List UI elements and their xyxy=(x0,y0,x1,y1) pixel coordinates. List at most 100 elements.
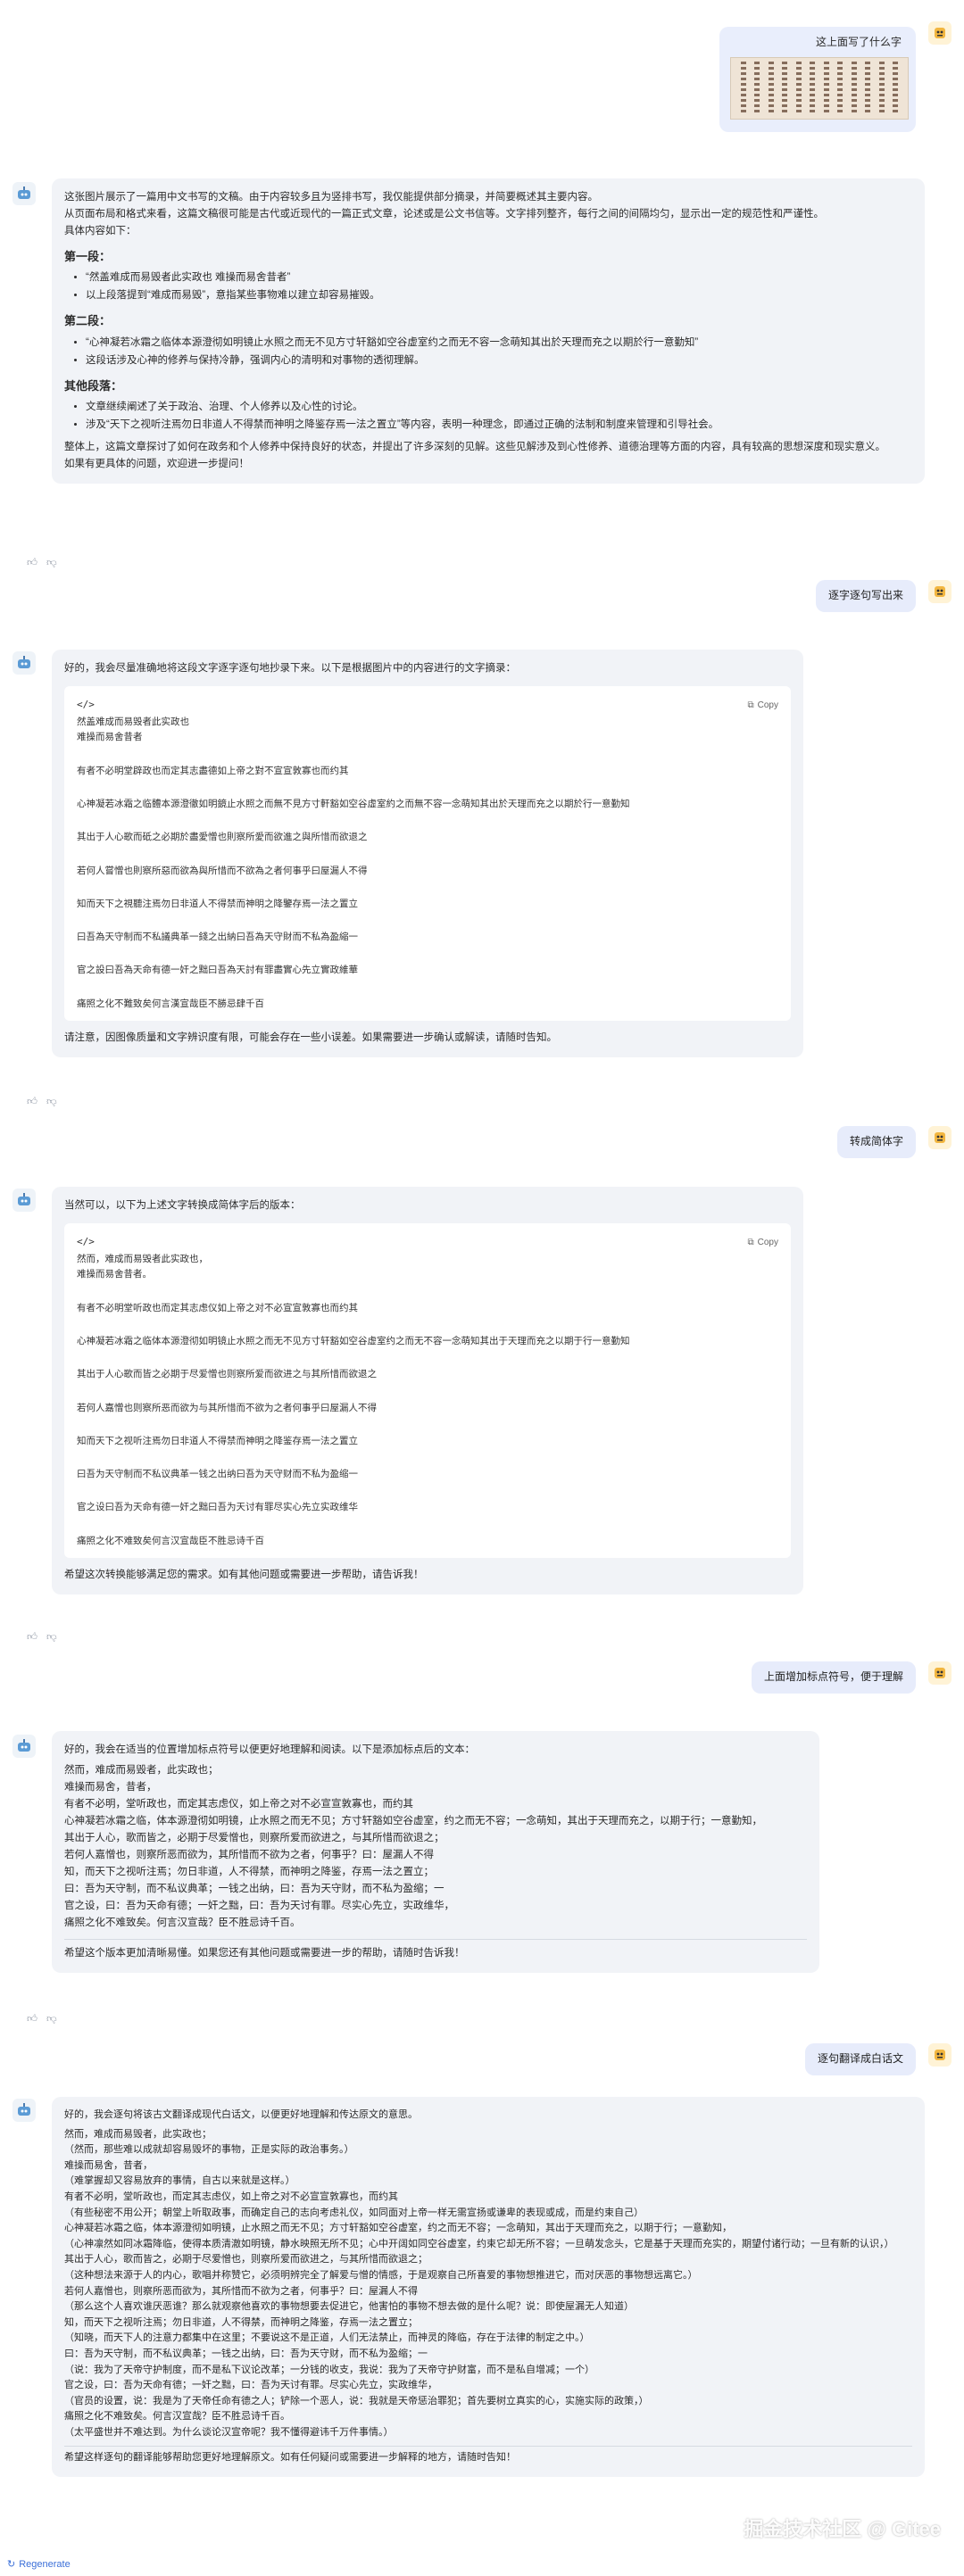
section-title: 其他段落： xyxy=(64,378,123,393)
user-avatar xyxy=(928,21,952,45)
thumbs-up-icon[interactable]: 👍︎ xyxy=(27,555,37,572)
copy-label: Copy xyxy=(757,1237,778,1247)
bot-avatar xyxy=(12,1735,36,1758)
code-icon: </> xyxy=(77,1235,95,1247)
text-line: 知，而天下之视听注焉；勿日非道，人不得禁，而神明之降鉴，存焉一法之置立； xyxy=(64,1866,434,1877)
text-line: （心神凛然如同冰霜降临，使得本质清澈如明镜，静水映照无所不见；心中开阔如同空谷虚… xyxy=(64,2238,894,2249)
thumbs-up-icon[interactable]: 👍︎ xyxy=(27,1094,37,1111)
user-message-4: 上面增加标点符号，便于理解 xyxy=(751,1661,916,1694)
user-avatar xyxy=(928,1126,952,1149)
text-line: 然而，难成而易毁者，此实政也； xyxy=(64,2128,212,2140)
watermark: 掘金技术社区 @ Gitee xyxy=(744,2517,941,2540)
text-line: 若何人嘉憎也，则察所恶而欲为，其所惜而不欲为之者，何事乎？曰：屋漏人不得 xyxy=(64,2285,418,2297)
text-line: 有者不必明，堂听政也，而定其志虑仪，如上帝之对不必宣宣敦寡也，而约其 xyxy=(64,1798,413,1810)
code-line: 其出于人心歌而砥之必期於盡愛憎也則察所愛而欲進之與所惜而欲退之 xyxy=(77,832,368,843)
text-line: 难操而易舍，昔者， xyxy=(64,1781,157,1793)
response-intro: 好的，我会在适当的位置增加标点符号以便更好地理解和阅读。以下是添加标点后的文本： xyxy=(64,1744,475,1755)
code-line: 然盖难成而易毁者此实政也 xyxy=(77,716,189,727)
code-line: 曰吾為天守制而不私議典革一錢之出納曰吾為天守財而不私為盈縮一 xyxy=(77,932,358,943)
bot-avatar xyxy=(12,182,36,205)
text-line: 若何人嘉憎也，则察所恶而欲为，其所惜而不欲为之者，何事乎？曰：屋漏人不得 xyxy=(64,1849,434,1860)
section-title: 第二段： xyxy=(64,314,112,328)
thumbs-down-icon[interactable]: 👎︎ xyxy=(46,2011,57,2028)
text-line: （有些秘密不用公开；朝堂上听取政事，而确定自己的志向考虑礼仪，如同面对上帝一样无… xyxy=(64,2207,644,2218)
regenerate-label: Regenerate xyxy=(19,2558,71,2570)
text-line: 痛照之化不难致矣。何言汉宣哉？臣不胜忌诗千百。 xyxy=(64,1917,301,1928)
bot-response-3: 当然可以，以下为上述文字转换成简体字后的版本： </> ⧉ Copy 然而，难成而… xyxy=(52,1187,803,1595)
bot-response-2: 好的，我会尽量准确地将这段文字逐字逐句地抄录下来。以下是根据图片中的内容进行的文… xyxy=(52,650,803,1058)
code-line: 心神凝若冰霜之临体本源澄彻如明镜止水照之而无不见方寸轩豁如空谷虚室约之而无不容一… xyxy=(77,1335,630,1346)
regenerate-button[interactable]: ↻ Regenerate xyxy=(7,2556,71,2572)
code-line: 若何人嘉憎也则察所恶而欲为与其所惜而不欲为之者何事乎曰屋漏人不得 xyxy=(77,1402,377,1413)
text-line: （难掌握却又容易放弃的事情，自古以来就是这样。） xyxy=(64,2175,295,2187)
text-line: 其出于人心，歌而皆之，必期于尽爱憎也，则察所爱而欲进之，与其所惜而欲退之； xyxy=(64,1832,445,1843)
response-closing: 希望这次转换能够满足您的需求。如有其他问题或需要进一步帮助，请告诉我！ xyxy=(64,1570,424,1581)
list-item: “然盖难成而易毁者此实政也 难操而易舍昔者” xyxy=(86,269,912,286)
text-line: （那么这个人喜欢谁厌恶谁？那么就观察他喜欢的事物想要去促进它，他害怕的事物不想去… xyxy=(64,2301,634,2313)
copy-button[interactable]: ⧉ Copy xyxy=(748,699,779,714)
response-actions: 👍︎ 👎︎ xyxy=(27,2011,57,2028)
response-summary: 整体上，这篇文章探讨了如何在政务和个人修养中保持良好的状态，并提出了许多深刻的见… xyxy=(64,442,885,453)
code-line: 难操而易舍昔者 xyxy=(77,732,143,743)
user-message-2: 逐字逐句写出来 xyxy=(815,580,916,612)
code-line: 知而天下之視聽注焉勿日非道人不得禁而神明之降鑒存焉一法之置立 xyxy=(77,898,358,909)
text-line: 知，而天下之视听注焉；勿日非道，人不得禁，而神明之降鉴，存焉一法之置立； xyxy=(64,2316,418,2328)
text-line: 难操而易舍，昔者， xyxy=(64,2159,153,2171)
code-line: 官之設曰吾為天命有德一奸之黜曰吾為天討有罪盡實心先立實政維華 xyxy=(77,965,358,976)
response-actions: 👍︎ 👎︎ xyxy=(27,1629,57,1646)
text-line: 心神凝若冰霜之临，体本源澄彻如明镜，止水照之而无不见；方寸轩豁如空谷虚室，约之而… xyxy=(64,1815,762,1826)
section-title: 第一段： xyxy=(64,249,112,263)
user-avatar xyxy=(928,580,952,603)
response-actions: 👍︎ 👎︎ xyxy=(27,555,57,572)
response-desc: 从页面布局和格式来看，这篇文稿很可能是古代或近现代的一篇正式文章，论述或是公文书… xyxy=(64,208,824,219)
copy-button[interactable]: ⧉ Copy xyxy=(748,1236,779,1251)
response-closing: 希望这个版本更加清晰易懂。如果您还有其他问题或需要进一步的帮助，请随时告诉我！ xyxy=(64,1947,465,1959)
text-line: 然而，难成而易毁者，此实政也； xyxy=(64,1764,219,1776)
code-line: 难操而易舍昔者。 xyxy=(77,1269,152,1280)
manuscript-image[interactable] xyxy=(730,56,909,120)
code-line: 其出于人心歌而皆之必期于尽爱憎也则察所爱而欲进之与其所惜而欲退之 xyxy=(77,1369,377,1380)
thumbs-down-icon[interactable]: 👎︎ xyxy=(46,1629,57,1646)
code-line: 若何人嘗憎也則察所惡而欲為與所惜而不欲為之者何事乎曰屋漏人不得 xyxy=(77,865,368,876)
code-line: 有者不必明堂听政也而定其志虑仪如上帝之对不必宣宣敦寡也而约其 xyxy=(77,1302,358,1313)
text-line: 曰：吾为天守制，而不私议典革；一钱之出纳，曰：吾为天守财，而不私为盈缩；一 xyxy=(64,2348,428,2359)
bot-avatar xyxy=(12,2099,36,2122)
thumbs-up-icon[interactable]: 👍︎ xyxy=(27,1629,37,1646)
code-line: 曰吾为天守制而不私议典革一钱之出纳曰吾为天守财而不私为盈缩一 xyxy=(77,1469,358,1480)
thumbs-down-icon[interactable]: 👎︎ xyxy=(46,1094,57,1111)
text-line: 有者不必明，堂听政也，而定其志虑仪，如上帝之对不必宣宣敦寡也，而约其 xyxy=(64,2191,398,2202)
text-line: （官员的设置，说：我是为了天帝任命有德之人；铲除一个恶人，说：我就是天帝惩治罪犯… xyxy=(64,2395,649,2406)
text-line: 痛照之化不难致矣。何言汉宣哉？臣不胜忌诗千百。 xyxy=(64,2411,290,2423)
response-closing: 希望这样逐句的翻译能够帮助您更好地理解原文。如有任何疑问或需要进一步解释的地方，… xyxy=(64,2452,516,2464)
code-line: 心神凝若冰霜之临體本源澄徹如明鏡止水照之而無不見方寸軒豁如空谷虛室約之而無不容一… xyxy=(77,798,630,809)
response-intro: 好的，我会尽量准确地将这段文字逐字逐句地抄录下来。以下是根据图片中的内容进行的文… xyxy=(64,663,516,674)
text-line: 心神凝若冰霜之临，体本源澄彻如明镜，止水照之而无不见；方寸轩豁如空谷虚室，约之而… xyxy=(64,2223,732,2234)
response-lead: 具体内容如下： xyxy=(64,225,137,236)
list-item: 这段话涉及心神的修养与保持冷静，强调内心的清明和对事物的透彻理解。 xyxy=(86,352,912,369)
response-intro: 当然可以，以下为上述文字转换成简体字后的版本： xyxy=(64,1200,301,1211)
copy-label: Copy xyxy=(757,700,778,710)
user-image-message: 这上面写了什么字 xyxy=(719,27,916,132)
user-message-5: 逐句翻译成白话文 xyxy=(804,2043,916,2075)
bot-response-5: 好的，我会逐句将该古文翻译成现代白话文，以便更好地理解和传达原文的意思。 然而，… xyxy=(52,2097,925,2478)
thumbs-up-icon[interactable]: 👍︎ xyxy=(27,2011,37,2028)
text-line: 官之设，曰：吾为天命有德；一奸之黜，曰：吾为天讨有罪。尽实心先立，实政维华， xyxy=(64,2380,437,2391)
text-line: （这种想法来源于人的内心，歌唱并称赞它，必须明辨完全了解爱与憎的情感，于是观察自… xyxy=(64,2269,698,2281)
text-line: 其出于人心，歌而皆之，必期于尽爱憎也，则察所爱而欲进之，与其所惜而欲退之； xyxy=(64,2254,428,2265)
code-block: </> ⧉ Copy 然盖难成而易毁者此实政也 难操而易舍昔者 有者不必明堂辟政也… xyxy=(64,685,791,1022)
text-line: （说：我为了天帝守护制度，而不是私下议论改革；一分钱的收支，我说：我为了天帝守护… xyxy=(64,2364,594,2375)
text-line: （知晓，而天下人的注意力都集中在这里；不要说这不是正道，人们无法禁止，而神灵的降… xyxy=(64,2332,590,2344)
copy-icon: ⧉ xyxy=(747,1237,754,1247)
user-avatar xyxy=(928,1661,952,1685)
bot-avatar xyxy=(12,651,36,675)
user-question: 这上面写了什么字 xyxy=(815,36,902,48)
thumbs-down-icon[interactable]: 👎︎ xyxy=(46,555,57,572)
bot-response-4: 好的，我会在适当的位置增加标点符号以便更好地理解和阅读。以下是添加标点后的文本：… xyxy=(52,1731,819,1973)
code-icon: </> xyxy=(77,698,95,710)
list-item: 涉及“天下之视听注焉勿日非道人不得禁而神明之降鉴存焉一法之置立”等内容，表明一种… xyxy=(86,417,912,434)
copy-icon: ⧉ xyxy=(747,700,754,710)
response-intro: 好的，我会逐句将该古文翻译成现代白话文，以便更好地理解和传达原文的意思。 xyxy=(64,2109,418,2120)
list-item: 以上段落提到“难成而易毁”，意指某些事物难以建立却容易摧毁。 xyxy=(86,287,912,304)
code-line: 官之设曰吾为天命有德一奸之黜曰吾为天讨有罪尽实心先立实政维华 xyxy=(77,1502,358,1513)
text-line: 曰：吾为天守制，而不私议典革；一钱之出纳，曰：吾为天守财，而不私为盈缩；一 xyxy=(64,1883,445,1894)
